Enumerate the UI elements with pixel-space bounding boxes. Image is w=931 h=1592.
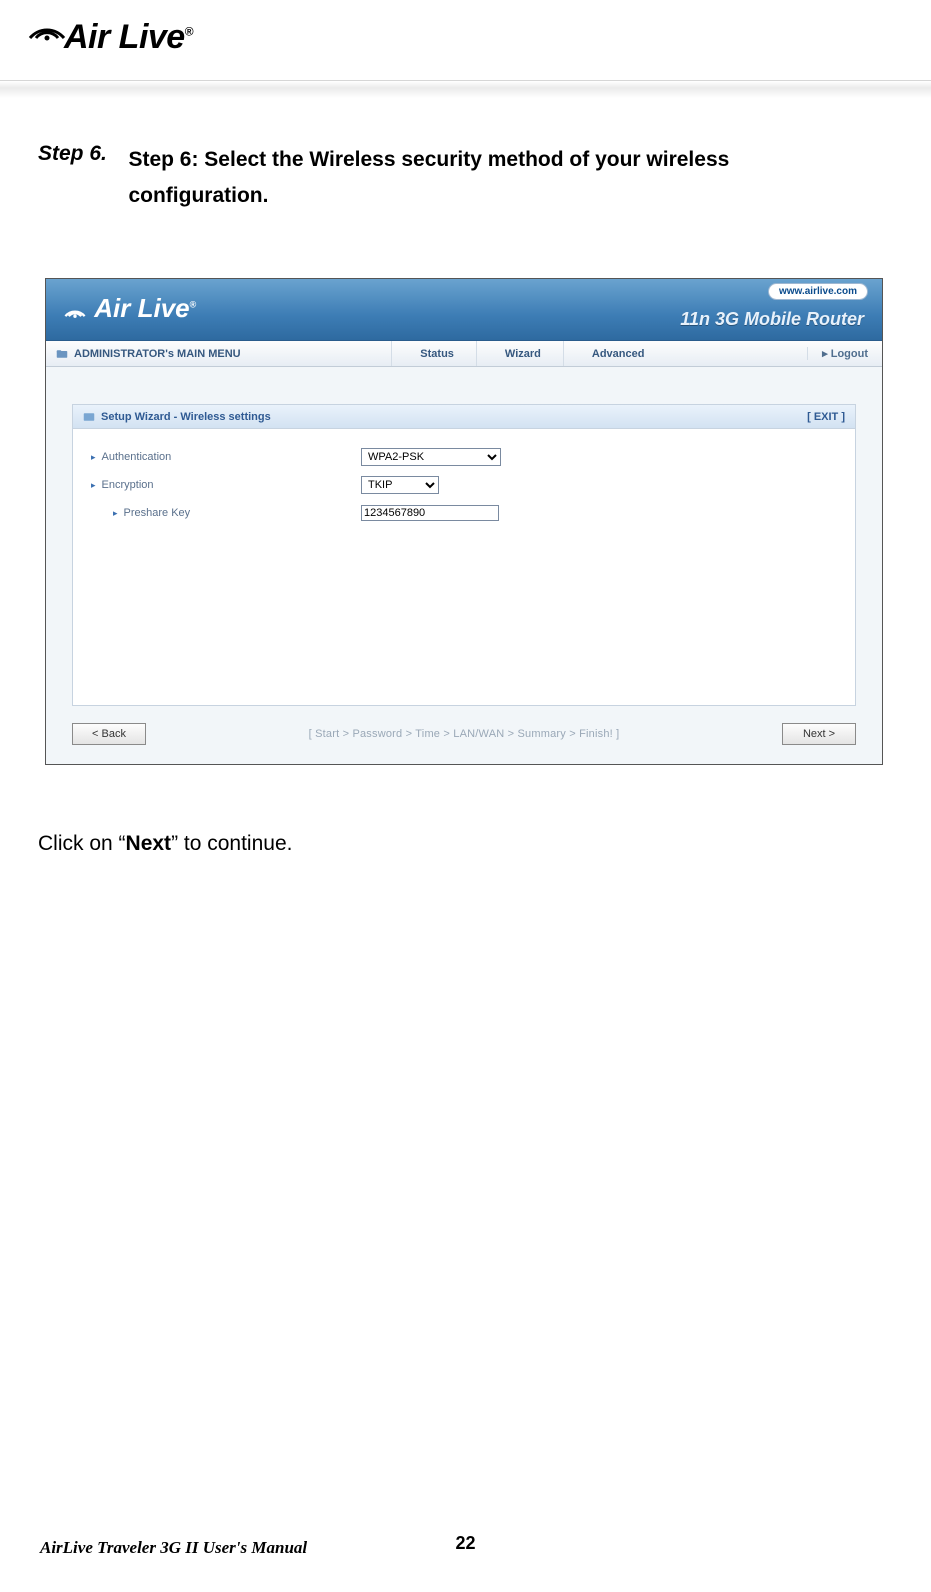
back-button[interactable]: < Back [72, 723, 146, 745]
label-preshare-key: Preshare Key [124, 507, 191, 519]
manual-footer: AirLive Traveler 3G II User's Manual [40, 1538, 307, 1558]
tab-status-label: Status [420, 348, 454, 360]
encryption-select[interactable]: TKIP [361, 476, 439, 494]
logout-label: Logout [831, 348, 868, 360]
label-encryption: Encryption [102, 479, 154, 491]
bullet-icon: ▸ [113, 508, 118, 519]
row-preshare-key: ▸ Preshare Key [91, 499, 837, 527]
next-button[interactable]: Next > [782, 723, 856, 745]
router-model-subtitle: 11n 3G Mobile Router [680, 309, 864, 330]
continue-suffix: ” to continue. [171, 832, 292, 855]
wizard-panel-title: Setup Wizard - Wireless settings [101, 411, 271, 423]
exit-link[interactable]: [ EXIT ] [807, 411, 845, 423]
wizard-panel-header: Setup Wizard - Wireless settings [ EXIT … [73, 405, 855, 429]
folder-icon [56, 348, 68, 360]
tab-status[interactable]: Status [391, 341, 476, 366]
tab-wizard[interactable]: Wizard [476, 341, 563, 366]
wizard-panel: Setup Wizard - Wireless settings [ EXIT … [72, 404, 856, 706]
continue-bold: Next [126, 832, 172, 855]
panel-icon [83, 411, 95, 423]
logout-link[interactable]: ▸ Logout [807, 347, 882, 360]
authentication-select[interactable]: WPA2-PSK [361, 448, 501, 466]
tab-advanced[interactable]: Advanced [563, 341, 667, 366]
airlive-page-logo: Air Live® [30, 18, 193, 57]
site-url-pill[interactable]: www.airlive.com [768, 283, 868, 300]
preshare-key-input[interactable] [361, 505, 499, 521]
bullet-icon: ▸ [91, 480, 96, 491]
wireless-settings-form: ▸ Authentication WPA2-PSK ▸ Encryption TKI… [73, 429, 855, 527]
step-instruction: Step 6: Select the Wireless security met… [128, 142, 861, 213]
screenshot-header: Air Live® www.airlive.com 11n 3G Mobile … [46, 279, 882, 341]
step-label: Step 6. [38, 142, 124, 166]
row-encryption: ▸ Encryption TKIP [91, 471, 837, 499]
header-divider [0, 80, 931, 98]
wizard-footer: < Back [ Start > Password > Time > LAN/W… [72, 720, 856, 748]
row-authentication: ▸ Authentication WPA2-PSK [91, 443, 837, 471]
continue-instruction: Click on “Next” to continue. [38, 832, 292, 856]
wizard-breadcrumb: [ Start > Password > Time > LAN/WAN > Su… [146, 728, 782, 740]
tab-advanced-label: Advanced [592, 348, 645, 360]
registered-mark: ® [190, 299, 197, 309]
page-logo-text: Air Live [64, 18, 185, 56]
admin-toolbar: ADMINISTRATOR's MAIN MENU Status Wizard … [46, 341, 882, 367]
main-menu-label: ADMINISTRATOR's MAIN MENU [46, 348, 251, 360]
router-brand-text: Air Live [94, 293, 189, 323]
registered-mark: ® [185, 25, 193, 39]
router-admin-screenshot: Air Live® www.airlive.com 11n 3G Mobile … [45, 278, 883, 765]
router-brand-logo: Air Live® [62, 293, 196, 324]
continue-prefix: Click on “ [38, 832, 126, 855]
main-menu-text: ADMINISTRATOR's MAIN MENU [74, 348, 241, 360]
tab-wizard-label: Wizard [505, 348, 541, 360]
caret-right-icon: ▸ [822, 348, 831, 360]
wifi-arc-icon [62, 301, 88, 319]
bullet-icon: ▸ [91, 452, 96, 463]
wifi-arc-icon [24, 12, 70, 42]
step-block: Step 6. Step 6: Select the Wireless secu… [38, 142, 871, 213]
label-authentication: Authentication [102, 451, 172, 463]
